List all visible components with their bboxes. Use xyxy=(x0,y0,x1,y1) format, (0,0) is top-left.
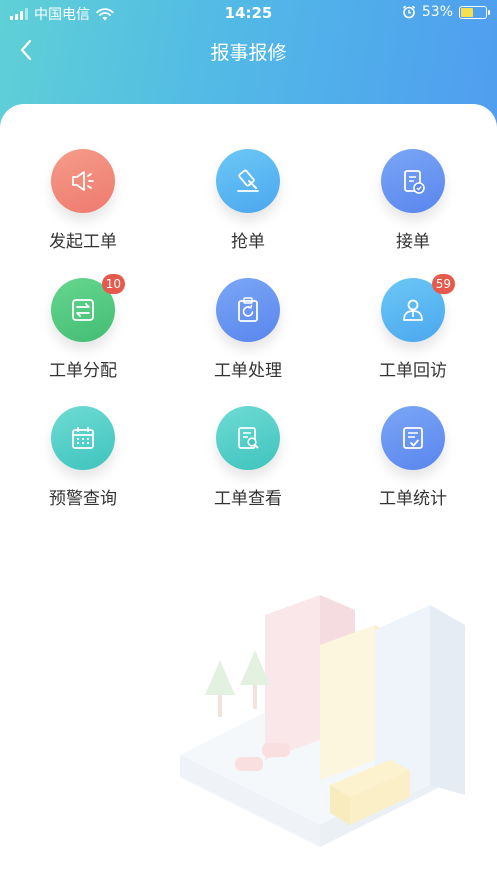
nav-bar: 报事报修 xyxy=(0,28,497,72)
grid-item-icon-circle xyxy=(51,406,115,470)
grid-item-document-check[interactable]: 接单 xyxy=(353,149,473,259)
grid-item-label: 工单查看 xyxy=(214,489,282,509)
grid-item-icon-circle xyxy=(51,149,115,213)
grid-item-icon-wrap xyxy=(216,149,280,213)
battery-icon xyxy=(459,5,490,19)
grid-item-label: 抢单 xyxy=(231,232,265,252)
grid-item-label: 工单处理 xyxy=(214,361,282,381)
grid-item-report-check[interactable]: 工单统计 xyxy=(353,406,473,516)
notification-badge: 10 xyxy=(101,274,125,294)
grid-item-icon-circle xyxy=(216,149,280,213)
megaphone-icon xyxy=(72,171,94,191)
grid-item-user-visit[interactable]: 59 工单回访 xyxy=(353,274,473,388)
grid-item-clipboard-refresh[interactable]: 工单处理 xyxy=(188,278,308,388)
grid-item-label: 预警查询 xyxy=(49,489,117,509)
grid-item-icon-circle xyxy=(381,406,445,470)
grid-item-icon-wrap xyxy=(381,406,445,470)
grid-item-icon-wrap xyxy=(381,149,445,213)
grid-item-icon-circle xyxy=(381,149,445,213)
notification-badge: 59 xyxy=(431,274,455,294)
grid-item-icon-wrap: 10 xyxy=(51,274,125,342)
grid-item-megaphone[interactable]: 发起工单 xyxy=(23,149,143,259)
grid-item-icon-wrap xyxy=(51,149,115,213)
grid-item-icon-circle xyxy=(216,278,280,342)
city-illustration xyxy=(180,595,465,847)
grid-item-icon-wrap: 59 xyxy=(381,274,455,342)
grid-item-icon-wrap xyxy=(216,406,280,470)
status-bar: 中国电信 14:25 53% xyxy=(0,0,497,26)
document-check-icon xyxy=(404,170,425,194)
page-title: 报事报修 xyxy=(210,42,287,64)
status-right: 53% xyxy=(402,4,490,20)
grid-item-label: 接单 xyxy=(396,232,430,252)
grid-item-label: 工单统计 xyxy=(379,489,447,509)
report-check-icon xyxy=(403,427,423,449)
transfer-icon xyxy=(72,299,94,321)
grid-item-transfer[interactable]: 10 工单分配 xyxy=(23,274,143,388)
clipboard-refresh-icon xyxy=(238,297,258,322)
calendar-icon xyxy=(72,427,94,449)
user-visit-icon xyxy=(403,299,423,321)
battery-fill xyxy=(461,7,474,17)
grid-item-icon-wrap xyxy=(51,406,115,470)
grid-item-label: 工单回访 xyxy=(379,361,447,381)
document-search-icon xyxy=(238,427,259,449)
grid-item-document-search[interactable]: 工单查看 xyxy=(188,406,308,516)
grid-item-calendar[interactable]: 预警查询 xyxy=(23,406,143,516)
alarm-icon xyxy=(402,5,415,19)
gavel-icon xyxy=(237,169,259,192)
grid-item-label: 工单分配 xyxy=(49,361,117,381)
grid-item-icon-wrap xyxy=(216,278,280,342)
grid-item-icon-circle xyxy=(216,406,280,470)
grid-item-gavel[interactable]: 抢单 xyxy=(188,149,308,259)
battery-percent: 53% xyxy=(421,4,453,20)
grid-item-label: 发起工单 xyxy=(49,232,117,252)
